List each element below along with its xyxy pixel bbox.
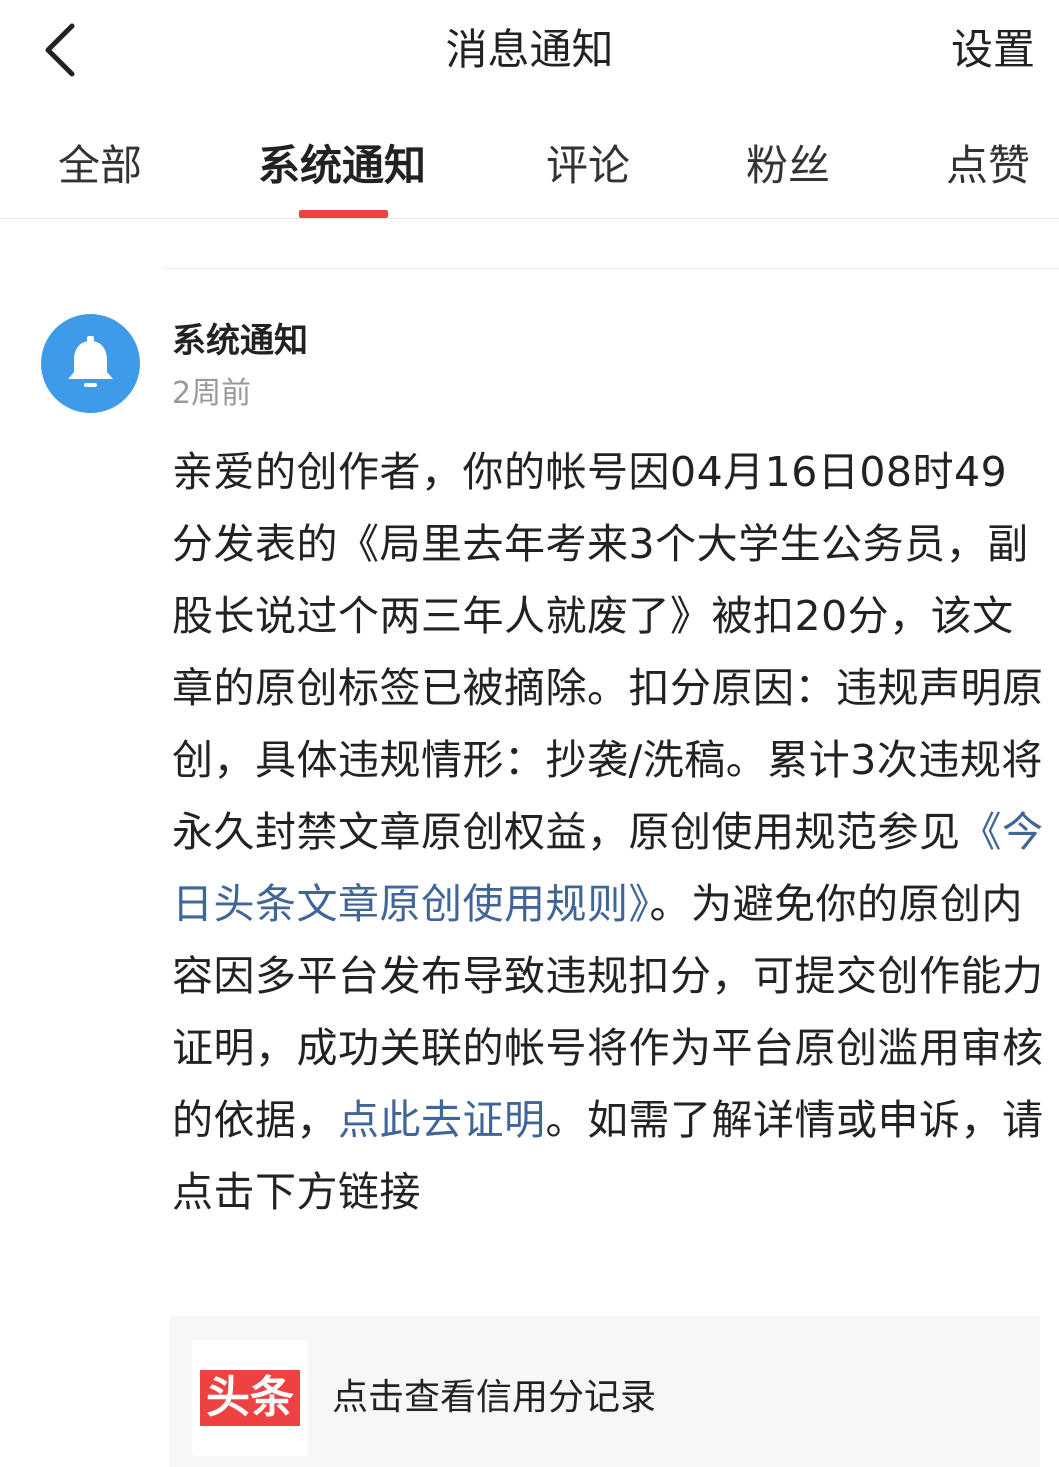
tab-comments[interactable]: 评论	[546, 138, 630, 194]
notification-message: 亲爱的创作者，你的帐号因04月16日08时49分发表的《局里去年考来3个大学生公…	[172, 436, 1044, 1228]
avatar[interactable]	[41, 314, 140, 413]
tab-all[interactable]: 全部	[58, 138, 142, 194]
toutiao-logo: 头条	[192, 1340, 308, 1456]
prove-link[interactable]: 点此去证明	[338, 1096, 546, 1144]
notification-time: 2周前	[172, 376, 252, 411]
divider	[162, 268, 1059, 269]
bell-icon	[68, 336, 113, 387]
tab-system-notice[interactable]: 系统通知	[258, 138, 426, 194]
active-tab-indicator	[299, 210, 388, 218]
toutiao-logo-text: 头条	[200, 1370, 300, 1426]
settings-button[interactable]: 设置	[951, 22, 1035, 78]
credit-record-label: 点击查看信用分记录	[332, 1377, 657, 1418]
tab-likes[interactable]: 点赞	[946, 138, 1030, 194]
tab-followers[interactable]: 粉丝	[746, 138, 830, 194]
top-bar: 消息通知 设置	[0, 0, 1059, 100]
credit-record-card[interactable]: 头条 点击查看信用分记录	[170, 1316, 1040, 1467]
message-text-part1: 亲爱的创作者，你的帐号因04月16日08时49分发表的《局里去年考来3个大学生公…	[172, 448, 1044, 856]
tab-bar: 全部 系统通知 评论 粉丝 点赞	[0, 120, 1059, 219]
notification-sender: 系统通知	[172, 321, 308, 361]
page-title: 消息通知	[445, 25, 614, 74]
